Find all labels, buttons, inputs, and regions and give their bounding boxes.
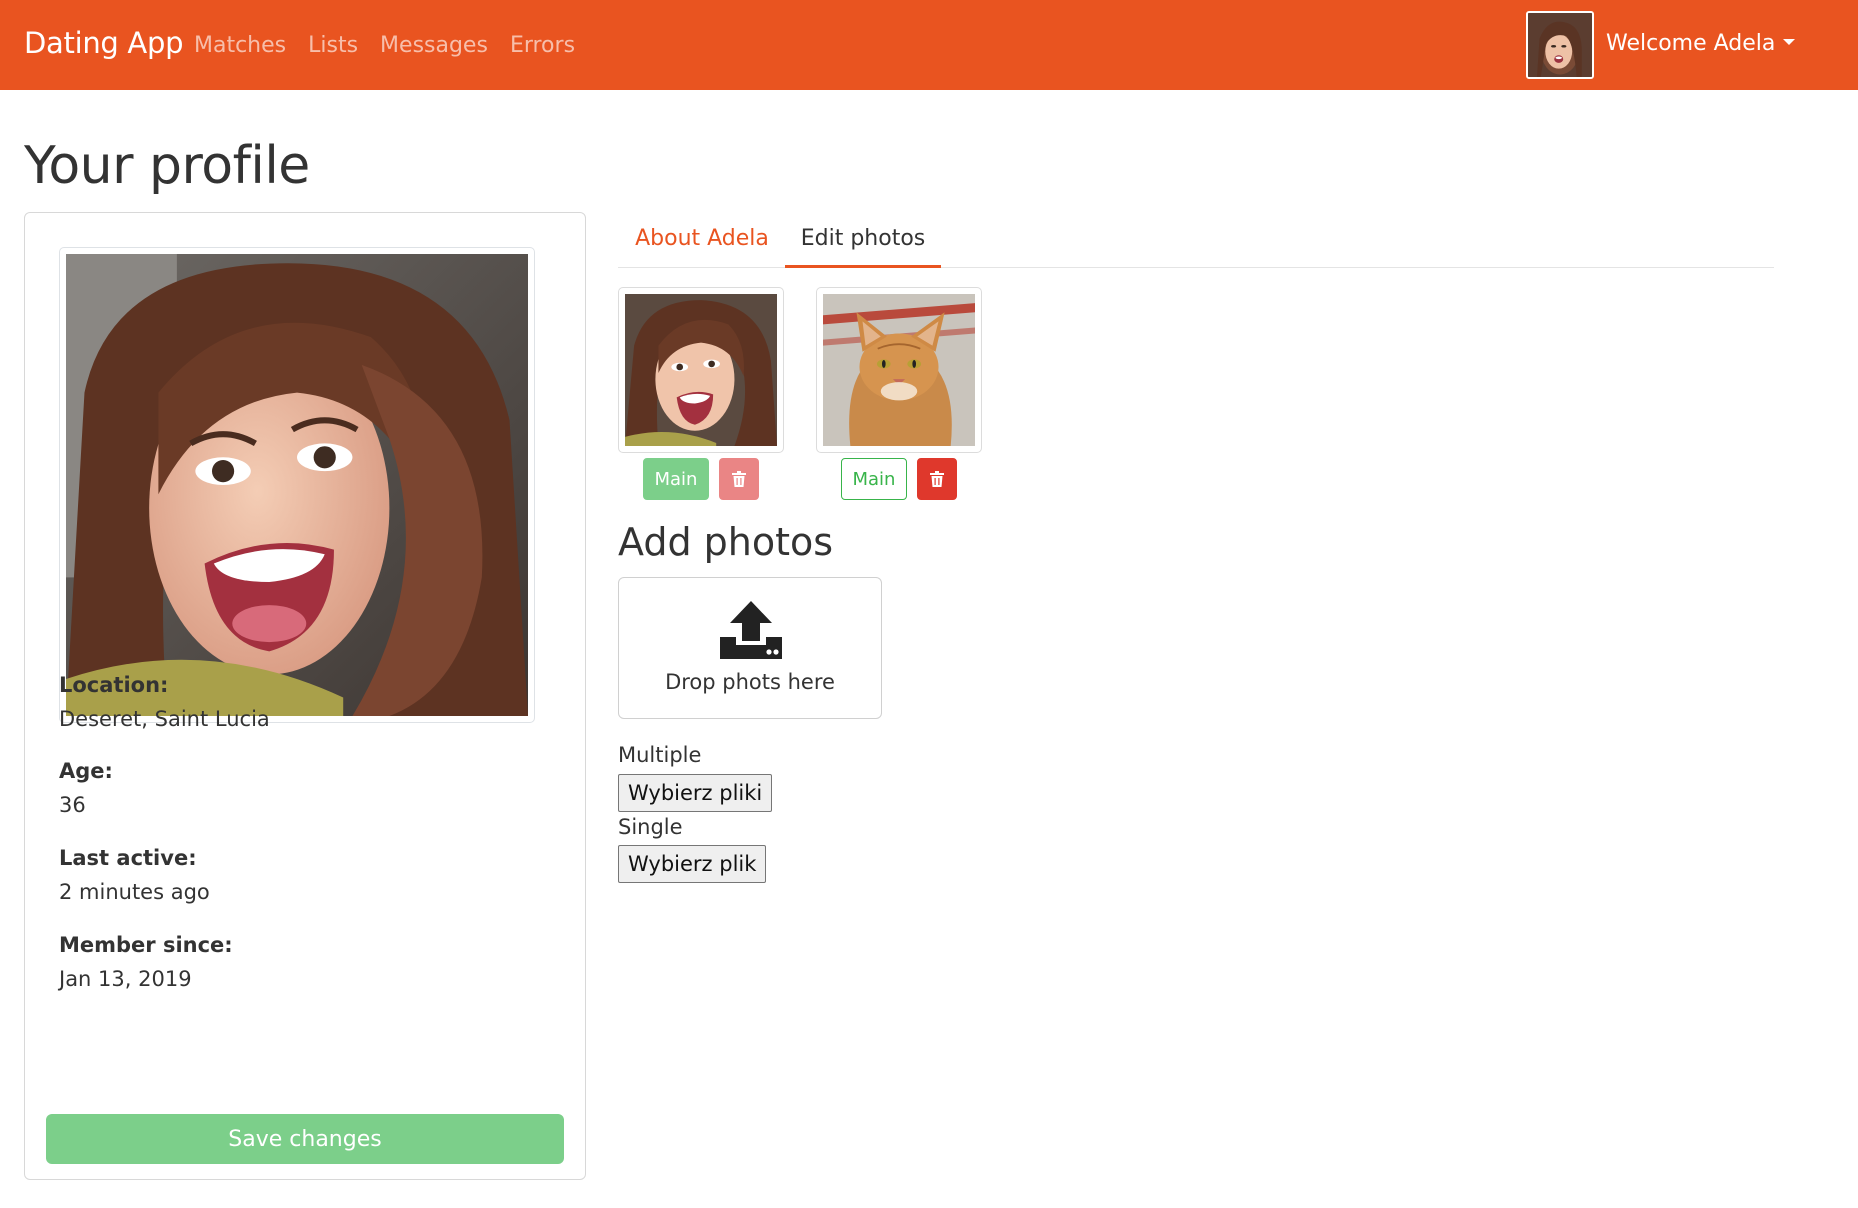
age-block: Age: 36 xyxy=(59,759,113,817)
last-active-label: Last active: xyxy=(59,846,197,870)
multiple-label: Multiple xyxy=(618,743,702,767)
photo-dropzone[interactable]: Drop phots here xyxy=(618,577,882,719)
set-main-photo-button[interactable]: Main xyxy=(841,458,907,500)
age-value: 36 xyxy=(59,793,86,817)
member-since-label: Member since: xyxy=(59,933,233,957)
welcome-text: Welcome Adela xyxy=(1606,30,1796,56)
nav-link-errors[interactable]: Errors xyxy=(510,33,575,58)
last-active-value: 2 minutes ago xyxy=(59,880,210,904)
trash-icon xyxy=(930,471,944,487)
add-photos-heading: Add photos xyxy=(618,520,834,564)
woman-portrait-thumb-image xyxy=(625,294,777,446)
choose-files-button[interactable]: Wybierz pliki xyxy=(618,774,773,812)
upload-icon xyxy=(720,601,782,659)
delete-photo-button[interactable] xyxy=(719,458,759,500)
profile-tabs: About Adela Edit photos xyxy=(618,218,1774,268)
photo-thumbnail xyxy=(816,287,982,453)
dropzone-text: Drop phots here xyxy=(665,670,835,694)
nav-link-lists[interactable]: Lists xyxy=(308,33,358,58)
woman-portrait-image xyxy=(66,254,528,716)
age-label: Age: xyxy=(59,759,113,783)
cat-thumb xyxy=(823,294,975,446)
location-block: Location: Deseret, Saint Lucia xyxy=(59,673,270,731)
profile-card: Location: Deseret, Saint Lucia Age: 36 L… xyxy=(24,212,586,1180)
user-portrait-image xyxy=(1528,13,1592,77)
member-since-block: Member since: Jan 13, 2019 xyxy=(59,933,233,991)
woman-portrait-thumb xyxy=(625,294,777,446)
page-title: Your profile xyxy=(24,136,310,196)
brand-link[interactable]: Dating App xyxy=(24,26,184,60)
location-value: Deseret, Saint Lucia xyxy=(59,707,270,731)
last-active-block: Last active: 2 minutes ago xyxy=(59,846,210,904)
location-label: Location: xyxy=(59,673,169,697)
tab-about[interactable]: About Adela xyxy=(618,218,786,268)
nav-links: Matches Lists Messages Errors xyxy=(194,33,597,58)
trash-icon xyxy=(732,471,746,487)
profile-photo-image xyxy=(66,254,528,716)
profile-photo xyxy=(59,247,535,723)
single-label: Single xyxy=(618,815,683,839)
orange-cat-thumb-image xyxy=(823,294,975,446)
choose-file-button[interactable]: Wybierz plik xyxy=(618,845,767,883)
tab-edit-photos[interactable]: Edit photos xyxy=(785,218,941,268)
member-since-value: Jan 13, 2019 xyxy=(59,967,192,991)
avatar xyxy=(1526,11,1594,79)
nav-link-messages[interactable]: Messages xyxy=(380,33,488,58)
save-changes-button[interactable]: Save changes xyxy=(46,1114,564,1164)
caret-down-icon xyxy=(1783,38,1796,45)
navbar: Dating App Matches Lists Messages Errors… xyxy=(0,0,1858,90)
photo-thumbnail xyxy=(618,287,784,453)
delete-photo-button[interactable] xyxy=(917,458,957,500)
user-dropdown-toggle[interactable]: Welcome Adela xyxy=(1526,11,1796,79)
welcome-label: Welcome Adela xyxy=(1606,30,1776,56)
nav-link-matches[interactable]: Matches xyxy=(194,33,286,58)
set-main-photo-button[interactable]: Main xyxy=(643,458,709,500)
